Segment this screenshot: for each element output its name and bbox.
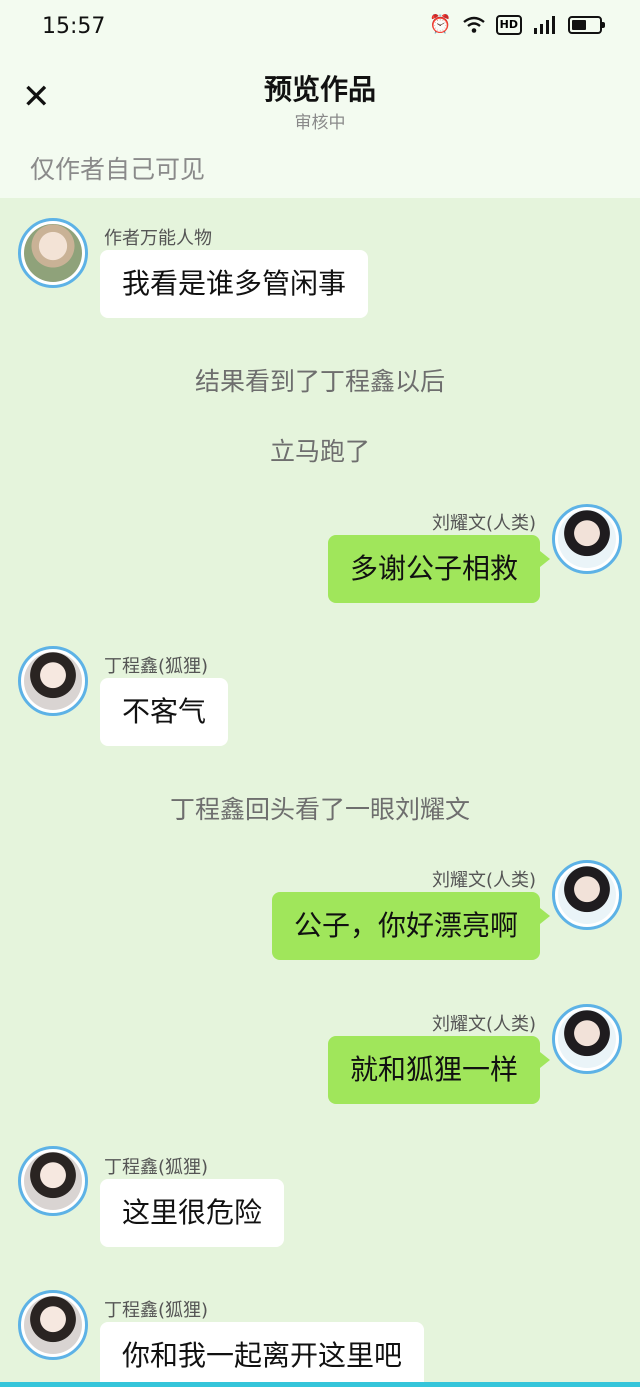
message-bubble[interactable]: 不客气 (100, 678, 229, 746)
wifi-icon (462, 16, 485, 33)
page-title: 预览作品 (263, 73, 376, 106)
review-status: 审核中 (294, 113, 346, 133)
avatar[interactable] (18, 218, 88, 288)
narration-text: 立马跑了 (269, 437, 370, 466)
alarm-icon: ⏰ (429, 14, 452, 35)
bottom-accent-bar (0, 1382, 640, 1387)
avatar[interactable] (18, 646, 88, 716)
battery-icon (568, 15, 605, 34)
header: ✕ 预览作品 审核中 (0, 58, 640, 138)
message-bubble[interactable]: 多谢公子相救 (327, 535, 551, 603)
sender-name: 刘耀文(人类) (431, 513, 536, 534)
sender-name: 丁程鑫(狐狸) (104, 1157, 209, 1178)
avatar[interactable] (18, 1290, 88, 1360)
avatar[interactable] (18, 1146, 88, 1216)
avatar[interactable] (552, 860, 622, 930)
message-bubble[interactable]: 这里很危险 (100, 1179, 285, 1247)
sender-name: 丁程鑫(狐狸) (104, 1300, 209, 1321)
avatar[interactable] (552, 504, 622, 574)
narration-text: 丁程鑫回头看了一眼刘耀文 (169, 795, 470, 824)
narration-text: 结果看到了丁程鑫以后 (194, 367, 445, 396)
message-bubble[interactable]: 你和我一起离开这里吧 (100, 1322, 425, 1387)
hd-icon: HD (495, 14, 522, 35)
status-bar: 15:57 ⏰ HD (0, 0, 640, 58)
message-bubble[interactable]: 公子，你好漂亮啊 (271, 892, 551, 960)
chat-preview-screen: 15:57 ⏰ HD ✕ 预览作品 审核中 仅作者自己可见 作者万能人物 我看是… (0, 0, 640, 1387)
chat-area: 作者万能人物 我看是谁多管闲事 结果看到了丁程鑫以后 立马跑了 刘耀文(人类) … (0, 198, 640, 1387)
avatar[interactable] (552, 1004, 622, 1074)
sender-name: 作者万能人物 (104, 228, 212, 249)
sender-name: 刘耀文(人类) (431, 870, 536, 891)
status-icons: ⏰ HD (429, 14, 605, 35)
message-bubble[interactable]: 就和狐狸一样 (327, 1036, 551, 1104)
signal-icon (534, 15, 555, 34)
status-time: 15:57 (42, 14, 106, 39)
message-bubble[interactable]: 我看是谁多管闲事 (100, 250, 369, 318)
visibility-note: 仅作者自己可见 (30, 155, 206, 184)
sender-name: 丁程鑫(狐狸) (104, 656, 209, 677)
sender-name: 刘耀文(人类) (431, 1014, 536, 1035)
